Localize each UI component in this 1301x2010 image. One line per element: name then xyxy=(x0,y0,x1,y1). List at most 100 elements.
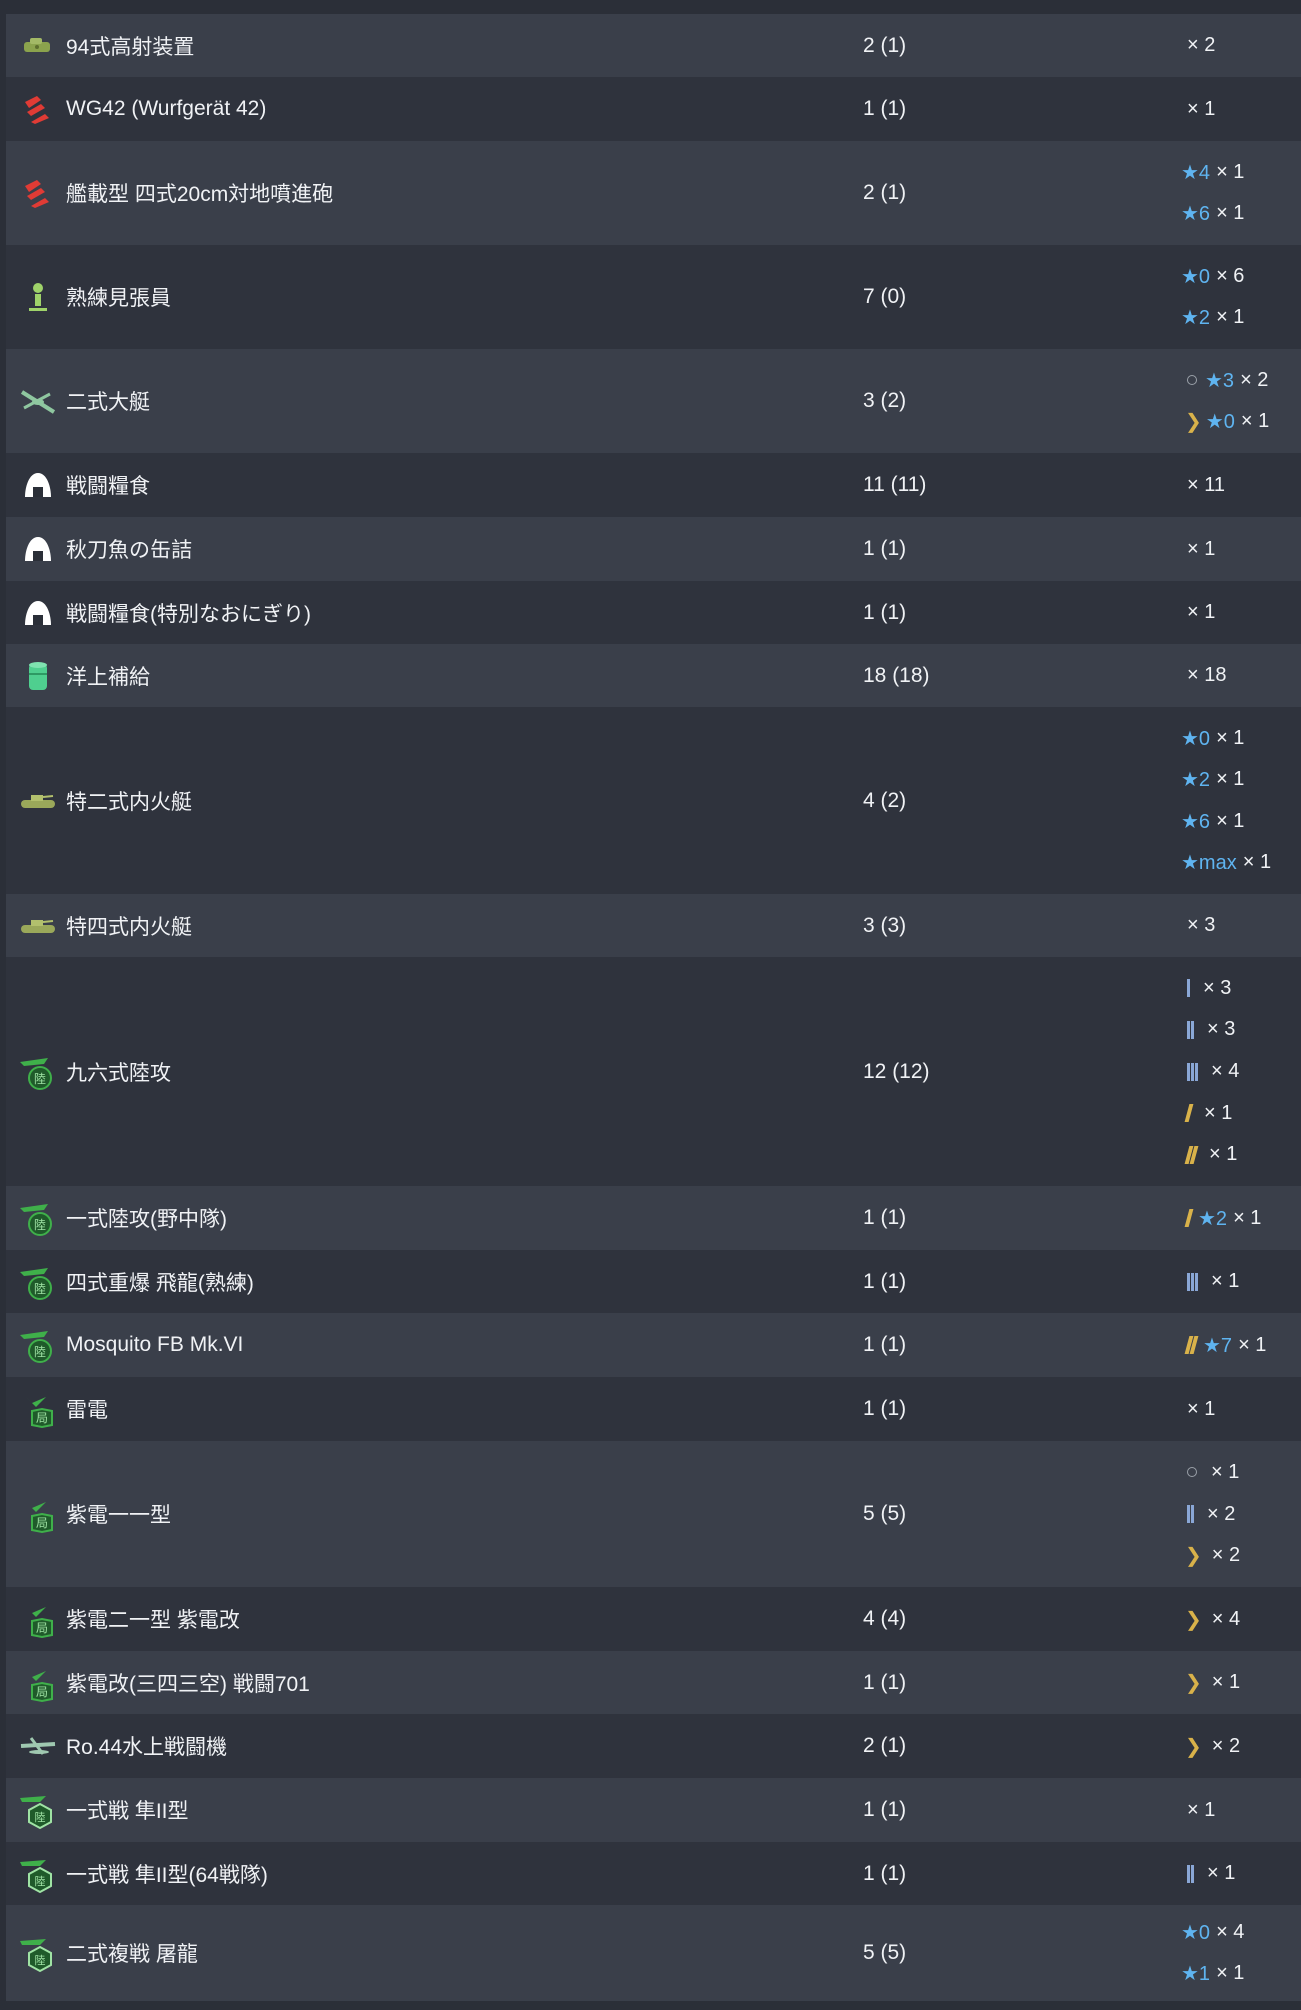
item-count: 11 (11) xyxy=(863,473,927,496)
detail-count: × 1 xyxy=(1211,1460,1240,1483)
proficiency-bar xyxy=(1184,1209,1194,1227)
item-name: 一式陸攻(野中隊) xyxy=(66,1208,227,1231)
detail-count: × 1 xyxy=(1240,410,1270,433)
item-details: × 1 xyxy=(1181,1261,1239,1303)
detail-line: × 2 xyxy=(1181,1493,1240,1535)
item-details: × 1 xyxy=(1181,1853,1235,1895)
amphibious-tank-icon xyxy=(18,906,58,946)
detail-count: × 1 xyxy=(1216,306,1245,329)
proficiency-bars-icon xyxy=(1187,1019,1195,1041)
detail-count: × 1 xyxy=(1216,809,1245,832)
item-name: 二式複戦 屠龍 xyxy=(66,1943,198,1966)
item-count: 12 (12) xyxy=(863,1059,930,1083)
seaplane-fighter-icon xyxy=(18,1726,58,1766)
item-details: × 1 xyxy=(1181,88,1215,130)
table-row: 洋上補給 18 (18) × 18 xyxy=(6,644,1301,707)
item-count: 2 (1) xyxy=(863,33,907,57)
detail-count: × 1 xyxy=(1211,1671,1241,1693)
detail-count: × 1 xyxy=(1216,726,1245,749)
item-name: 二式大艇 xyxy=(66,391,150,414)
detail-count: × 1 xyxy=(1216,202,1245,225)
proficiency-bar xyxy=(1195,1062,1198,1081)
item-count: 1 (1) xyxy=(863,1798,907,1821)
detail-count: × 1 xyxy=(1187,1397,1216,1420)
detail-line: × 1 xyxy=(1181,1853,1235,1895)
table-row: WG42 (Wurfgerät 42) 1 (1) × 1 xyxy=(6,77,1301,141)
detail-line: ★7 × 1 xyxy=(1181,1324,1266,1366)
interceptor-icon: 局 xyxy=(18,1663,58,1703)
table-row: 陸 一式戦 隼II型 1 (1) × 1 xyxy=(6,1778,1301,1842)
proficiency-bar xyxy=(1195,1272,1198,1291)
detail-line: ❯ × 2 xyxy=(1181,1535,1240,1577)
svg-text:陸: 陸 xyxy=(34,1218,46,1232)
equipment-table: 94式高射装置 2 (1) × 2 WG42 (Wurfgerät 42) 1 (1) ×… xyxy=(6,14,1301,2001)
svg-text:陸: 陸 xyxy=(34,1282,46,1296)
proficiency-bars-icon xyxy=(1187,977,1191,999)
item-name: 熟練見張員 xyxy=(66,287,171,310)
proficiency-bars-icon xyxy=(1187,1271,1199,1293)
improvement-star: ★1 xyxy=(1181,1963,1211,1986)
interceptor-icon: 局 xyxy=(18,1494,58,1534)
rocket-launcher-icon xyxy=(18,173,58,213)
item-details: × 1 xyxy=(1181,592,1215,634)
lookout-icon xyxy=(18,277,58,317)
item-name: 雷電 xyxy=(66,1399,108,1422)
proficiency-bar xyxy=(1187,979,1190,998)
improvement-star: ★0 xyxy=(1181,1921,1211,1944)
item-details: ★4 × 1 ★6 × 1 xyxy=(1181,151,1244,234)
detail-count: × 1 xyxy=(1187,97,1216,120)
detail-count: × 11 xyxy=(1187,473,1225,496)
item-count: 1 (1) xyxy=(863,537,907,560)
detail-line: ❯ × 1 xyxy=(1181,1662,1240,1704)
item-count: 1 (1) xyxy=(863,600,907,624)
item-details: ★0 × 4 ★1 × 1 xyxy=(1181,1911,1244,1994)
item-count: 3 (2) xyxy=(863,389,907,412)
table-row: 局 雷電 1 (1) × 1 xyxy=(6,1377,1301,1441)
detail-count: × 4 xyxy=(1216,1920,1245,1943)
detail-count: × 1 xyxy=(1187,537,1216,560)
item-count: 1 (1) xyxy=(863,1670,907,1694)
item-details: × 1 xyxy=(1181,528,1215,570)
detail-count: × 6 xyxy=(1216,264,1245,287)
detail-line: × 1 xyxy=(1181,1789,1215,1831)
item-details: ★3 × 2 ❯ ★0 × 1 xyxy=(1181,359,1269,442)
table-row: 陸 一式戦 隼II型(64戦隊) 1 (1) × 1 xyxy=(6,1842,1301,1905)
detail-line: ★2 × 1 xyxy=(1181,1197,1261,1239)
ration-icon xyxy=(18,593,58,633)
detail-line: × 1 xyxy=(1181,1452,1240,1494)
detail-line: ★2 × 1 xyxy=(1181,759,1271,801)
improvement-star: ★3 xyxy=(1205,369,1235,392)
detail-count: × 4 xyxy=(1211,1607,1241,1630)
proficiency-bar xyxy=(1187,1062,1190,1081)
detail-count: × 2 xyxy=(1240,368,1269,391)
proficiency-bar xyxy=(1184,1104,1194,1123)
proficiency-bars-icon xyxy=(1187,1061,1199,1083)
detail-line: ★0 × 1 xyxy=(1181,717,1271,759)
table-row: 陸 一式陸攻(野中隊) 1 (1) ★2 × 1 xyxy=(6,1186,1301,1250)
table-row: 特二式内火艇 4 (2) ★0 × 1 ★2 × 1 ★6 × 1 ★max × 1 xyxy=(6,707,1301,894)
detail-count: × 3 xyxy=(1207,1018,1236,1041)
improvement-star: ★7 xyxy=(1203,1334,1233,1357)
item-name: 一式戦 隼II型 xyxy=(66,1800,189,1823)
veteran-chevron-icon: ❯ xyxy=(1185,1672,1202,1694)
detail-count: × 2 xyxy=(1211,1544,1241,1567)
improvement-star: ★0 xyxy=(1205,411,1235,434)
item-count: 5 (5) xyxy=(863,1502,907,1525)
item-name: 紫電改(三四三空) 戦闘701 xyxy=(66,1672,310,1696)
item-details: × 1 xyxy=(1181,1789,1215,1831)
svg-text:陸: 陸 xyxy=(34,1345,46,1359)
detail-line: ★4 × 1 xyxy=(1181,151,1244,193)
item-name: 戦闘糧食(特別なおにぎり) xyxy=(66,602,311,626)
detail-line: × 1 xyxy=(1181,1092,1239,1134)
item-details: × 2 xyxy=(1181,25,1215,67)
proficiency-bars-icon xyxy=(1184,1334,1199,1356)
item-details: × 1 × 2 ❯ × 2 xyxy=(1181,1452,1240,1577)
flying-boat-icon xyxy=(18,381,58,421)
detail-line: × 1 xyxy=(1181,528,1215,570)
detail-count: × 1 xyxy=(1207,1862,1236,1884)
detail-line: ❯ × 4 xyxy=(1181,1598,1240,1640)
item-count: 1 (1) xyxy=(863,1206,907,1229)
detail-line: × 1 xyxy=(1181,1261,1239,1303)
detail-line: ★0 × 4 xyxy=(1181,1911,1244,1953)
table-row: 局 紫電改(三四三空) 戦闘701 1 (1) ❯ × 1 xyxy=(6,1651,1301,1714)
